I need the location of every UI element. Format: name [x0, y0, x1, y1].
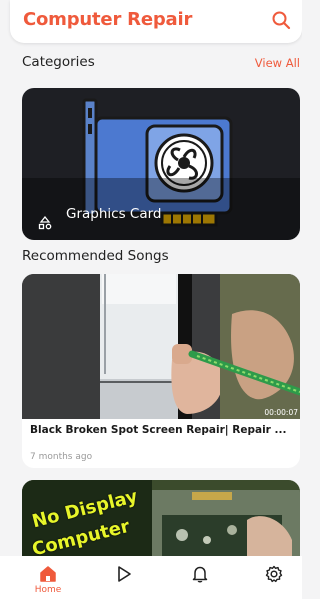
video-card[interactable]: No Display Computer	[22, 480, 300, 560]
search-icon	[272, 11, 291, 30]
recommended-heading: Recommended Songs	[22, 248, 169, 264]
home-icon	[40, 566, 56, 582]
play-icon	[118, 566, 131, 582]
bell-icon	[192, 566, 208, 583]
app-title: Computer Repair	[23, 9, 193, 30]
video-time-ago: 7 months ago	[30, 452, 93, 462]
nav-notifications[interactable]	[180, 564, 220, 596]
nav-settings[interactable]	[254, 564, 294, 596]
shapes-icon	[38, 216, 52, 230]
app-header: Computer Repair	[10, 0, 302, 43]
nav-play[interactable]	[104, 564, 144, 596]
category-label: Graphics Card	[66, 206, 162, 222]
bottom-navigation: Home	[0, 556, 302, 599]
video-title: Black Broken Spot Screen Repair| Repair …	[30, 424, 287, 436]
video-thumbnail	[22, 274, 300, 419]
settings-icon	[265, 565, 283, 583]
nav-home[interactable]: Home	[28, 564, 68, 596]
search-button[interactable]	[270, 9, 292, 31]
video-duration: 00:00:07	[264, 408, 298, 417]
nav-home-label: Home	[34, 585, 62, 595]
view-all-link[interactable]: View All	[255, 56, 300, 70]
category-card-graphics-card[interactable]: Graphics Card	[22, 88, 300, 240]
video-card[interactable]: 00:00:07 Black Broken Spot Screen Repair…	[22, 274, 300, 468]
app-root: Computer Repair Categories View All Grap…	[0, 0, 302, 599]
categories-heading: Categories	[22, 54, 95, 70]
